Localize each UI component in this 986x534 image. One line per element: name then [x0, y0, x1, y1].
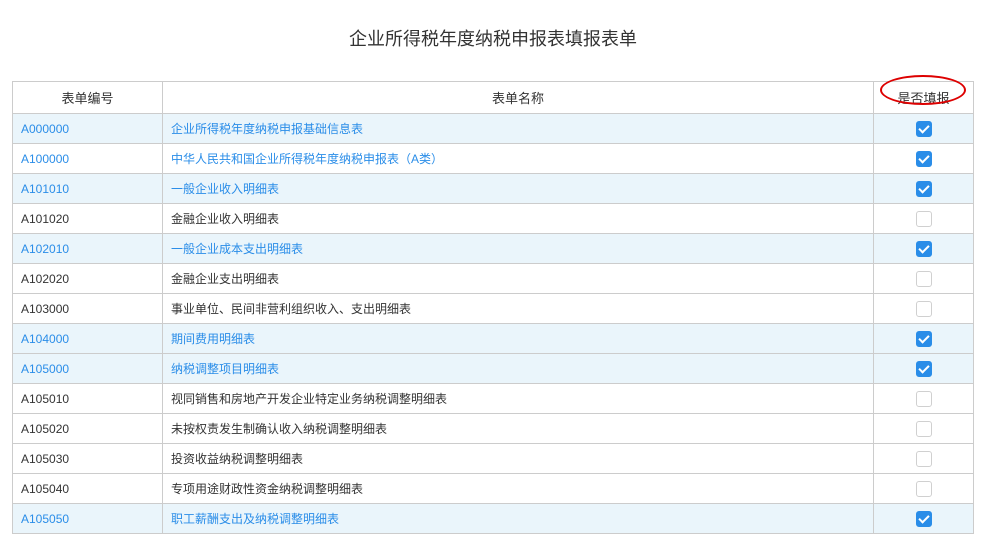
table-row: A101010一般企业收入明细表	[13, 174, 974, 204]
cell-name: 投资收益纳税调整明细表	[163, 444, 874, 474]
cell-check	[874, 414, 974, 444]
table-row: A105040专项用途财政性资金纳税调整明细表	[13, 474, 974, 504]
checkbox[interactable]	[916, 331, 932, 347]
cell-code[interactable]: A105050	[13, 504, 163, 534]
cell-name[interactable]: 职工薪酬支出及纳税调整明细表	[163, 504, 874, 534]
table-row: A101020金融企业收入明细表	[13, 204, 974, 234]
cell-name[interactable]: 期间费用明细表	[163, 324, 874, 354]
checkbox[interactable]	[916, 511, 932, 527]
cell-check	[874, 114, 974, 144]
cell-code: A105020	[13, 414, 163, 444]
checkbox[interactable]	[916, 211, 932, 227]
checkbox[interactable]	[916, 121, 932, 137]
cell-code: A105040	[13, 474, 163, 504]
cell-name: 金融企业支出明细表	[163, 264, 874, 294]
cell-check	[874, 474, 974, 504]
cell-code[interactable]: A105000	[13, 354, 163, 384]
checkbox[interactable]	[916, 181, 932, 197]
cell-name: 视同销售和房地产开发企业特定业务纳税调整明细表	[163, 384, 874, 414]
table-row: A105010视同销售和房地产开发企业特定业务纳税调整明细表	[13, 384, 974, 414]
table-row: A105000纳税调整项目明细表	[13, 354, 974, 384]
header-fill: 是否填报	[874, 82, 974, 114]
cell-name: 事业单位、民间非营利组织收入、支出明细表	[163, 294, 874, 324]
checkbox[interactable]	[916, 421, 932, 437]
table-row: A105030投资收益纳税调整明细表	[13, 444, 974, 474]
cell-code[interactable]: A101010	[13, 174, 163, 204]
cell-name: 未按权责发生制确认收入纳税调整明细表	[163, 414, 874, 444]
cell-code: A105030	[13, 444, 163, 474]
table-row: A105050职工薪酬支出及纳税调整明细表	[13, 504, 974, 534]
cell-check	[874, 384, 974, 414]
cell-name: 金融企业收入明细表	[163, 204, 874, 234]
cell-name[interactable]: 纳税调整项目明细表	[163, 354, 874, 384]
form-table: 表单编号 表单名称 是否填报 A000000企业所得税年度纳税申报基础信息表A1…	[12, 81, 974, 534]
table-row: A102020金融企业支出明细表	[13, 264, 974, 294]
header-name: 表单名称	[163, 82, 874, 114]
cell-check	[874, 354, 974, 384]
page-title: 企业所得税年度纳税申报表填报表单	[0, 0, 986, 81]
cell-code[interactable]: A000000	[13, 114, 163, 144]
cell-code: A103000	[13, 294, 163, 324]
cell-check	[874, 294, 974, 324]
cell-name[interactable]: 一般企业收入明细表	[163, 174, 874, 204]
header-code: 表单编号	[13, 82, 163, 114]
table-row: A105020未按权责发生制确认收入纳税调整明细表	[13, 414, 974, 444]
cell-check	[874, 174, 974, 204]
checkbox[interactable]	[916, 391, 932, 407]
checkbox[interactable]	[916, 481, 932, 497]
cell-code: A105010	[13, 384, 163, 414]
table-row: A103000事业单位、民间非营利组织收入、支出明细表	[13, 294, 974, 324]
cell-name[interactable]: 一般企业成本支出明细表	[163, 234, 874, 264]
table-row: A000000企业所得税年度纳税申报基础信息表	[13, 114, 974, 144]
cell-check	[874, 324, 974, 354]
cell-name: 专项用途财政性资金纳税调整明细表	[163, 474, 874, 504]
cell-name[interactable]: 企业所得税年度纳税申报基础信息表	[163, 114, 874, 144]
cell-check	[874, 204, 974, 234]
checkbox[interactable]	[916, 301, 932, 317]
cell-check	[874, 144, 974, 174]
table-row: A102010一般企业成本支出明细表	[13, 234, 974, 264]
table-row: A100000中华人民共和国企业所得税年度纳税申报表（A类）	[13, 144, 974, 174]
checkbox[interactable]	[916, 451, 932, 467]
cell-code: A102020	[13, 264, 163, 294]
cell-code: A101020	[13, 204, 163, 234]
checkbox[interactable]	[916, 361, 932, 377]
cell-name[interactable]: 中华人民共和国企业所得税年度纳税申报表（A类）	[163, 144, 874, 174]
cell-check	[874, 444, 974, 474]
checkbox[interactable]	[916, 241, 932, 257]
cell-code[interactable]: A102010	[13, 234, 163, 264]
checkbox[interactable]	[916, 151, 932, 167]
table-row: A104000期间费用明细表	[13, 324, 974, 354]
cell-check	[874, 264, 974, 294]
cell-code[interactable]: A100000	[13, 144, 163, 174]
checkbox[interactable]	[916, 271, 932, 287]
cell-check	[874, 234, 974, 264]
cell-check	[874, 504, 974, 534]
cell-code[interactable]: A104000	[13, 324, 163, 354]
